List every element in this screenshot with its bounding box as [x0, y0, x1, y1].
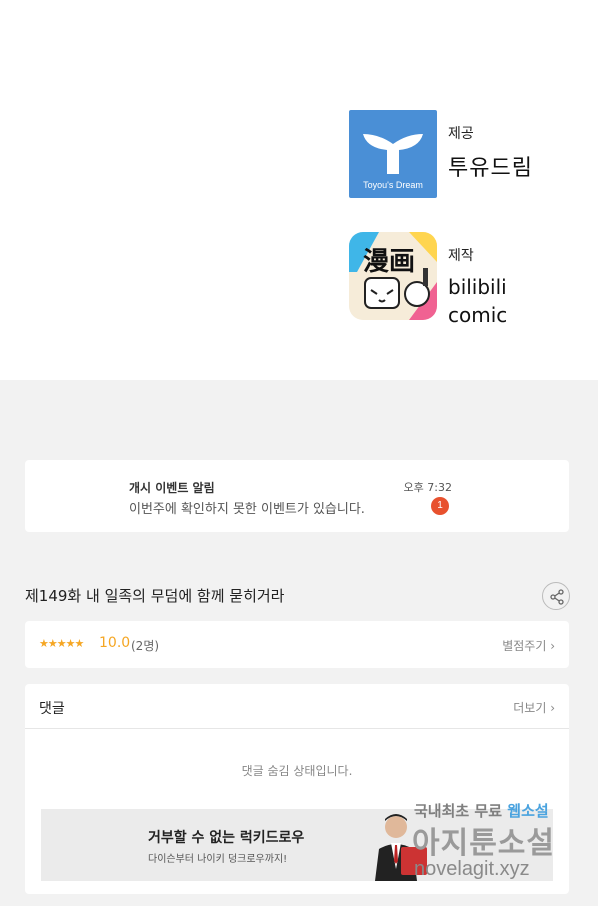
producer-name-line2: comic	[448, 303, 508, 327]
rating-bar: ★★★★★ 10.0 (2명) 별점주기 ›	[25, 621, 569, 668]
comments-header: 댓글 더보기 ›	[25, 684, 569, 729]
notice-time: 오후 7:32	[403, 481, 452, 494]
event-notice-card[interactable]: 개시 이벤트 알림 이번주에 확인하지 못한 이벤트가 있습니다. 오후 7:3…	[25, 460, 569, 532]
credits-section: Toyou's Dream 제공 투유드림 漫画 제작 bilibili com…	[0, 0, 598, 380]
bilibili-mascot-icon: 漫画	[349, 232, 437, 320]
bilibili-comic-logo: 漫画	[349, 232, 437, 320]
comments-title: 댓글	[39, 701, 65, 717]
episode-title: 제149화 내 일족의 무덤에 함께 묻히거라	[25, 587, 285, 605]
share-button[interactable]	[542, 582, 570, 610]
comments-hidden-message: 댓글 숨김 상태입니다.	[241, 764, 353, 778]
rating-count: (2명)	[131, 639, 160, 653]
notice-title: 개시 이벤트 알림	[129, 481, 215, 495]
provider-role: 제공	[448, 126, 474, 142]
producer-name-line1: bilibili	[448, 275, 507, 299]
producer-name: bilibili comic	[448, 273, 507, 329]
logo-caption: Toyou's Dream	[363, 180, 423, 190]
share-icon	[550, 589, 564, 605]
producer-credit: 漫画 제작 bilibili comic	[349, 232, 507, 329]
rate-button[interactable]: 별점주기 ›	[502, 637, 555, 654]
comments-more-link[interactable]: 더보기 ›	[513, 699, 555, 716]
provider-credit: Toyou's Dream 제공 투유드림	[349, 110, 533, 198]
rating-stars: ★★★★★	[39, 637, 84, 650]
ad-subtitle: 다이슨부터 나이키 덩크로우까지!	[148, 854, 288, 865]
logo-manga-text: 漫画	[363, 247, 415, 277]
producer-role: 제작	[448, 248, 474, 264]
rating-score: 10.0	[99, 635, 131, 651]
toyou-dream-logo: Toyou's Dream	[349, 110, 437, 198]
watermark-line2: 아지툰소설	[412, 826, 555, 861]
notice-body: 이번주에 확인하지 못한 이벤트가 있습니다.	[129, 502, 365, 517]
sprout-icon	[363, 134, 423, 174]
provider-name: 투유드림	[448, 156, 533, 181]
notice-count-badge: 1	[431, 497, 449, 515]
watermark-line3: novelagit.xyz	[414, 858, 530, 880]
ad-title: 거부할 수 없는 럭키드로우	[148, 830, 305, 846]
site-watermark: 국내최초 무료 웹소설 아지툰소설 novelagit.xyz	[410, 800, 595, 890]
